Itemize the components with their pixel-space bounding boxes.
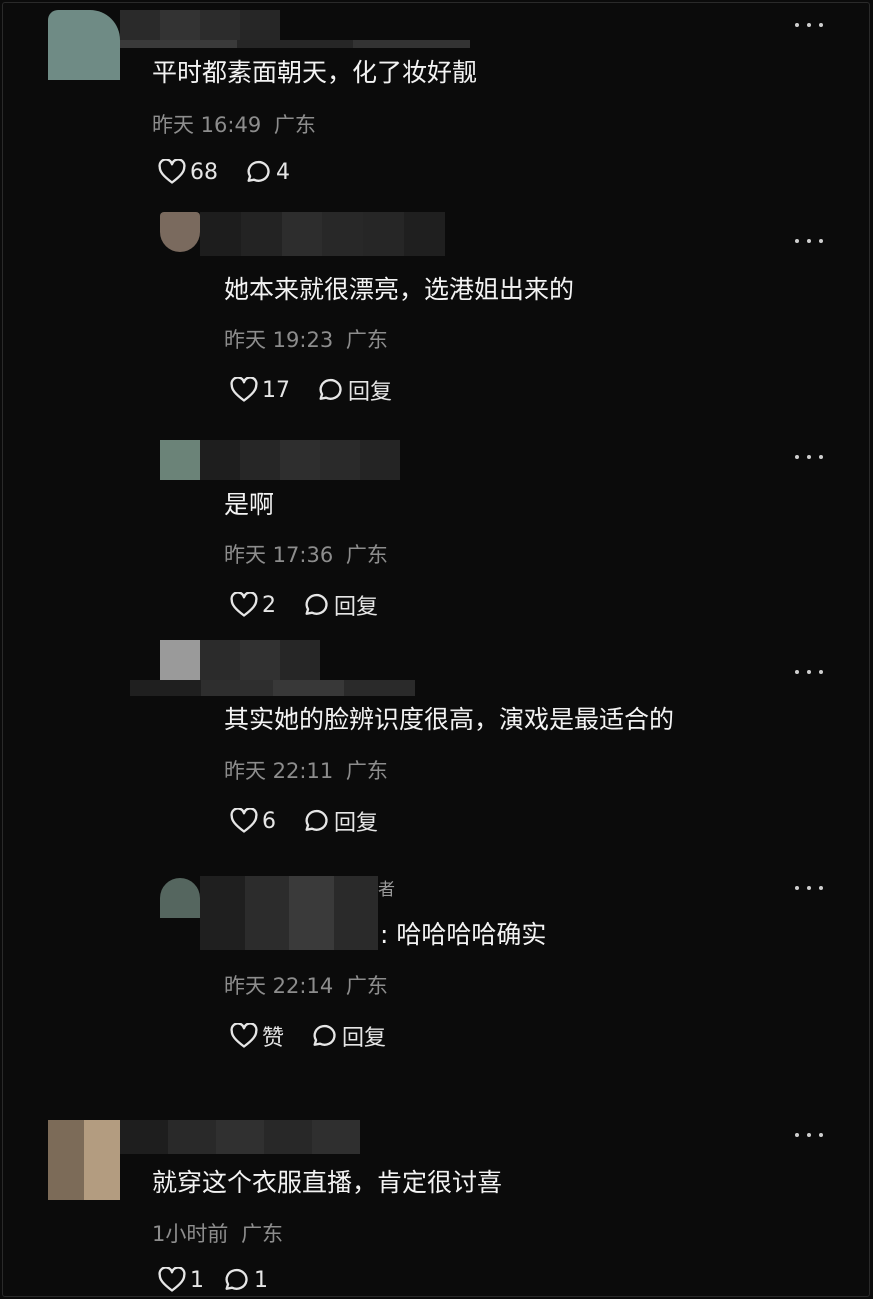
heart-outline-icon — [230, 808, 258, 833]
comment-meta: 昨天 22:11 广东 — [224, 757, 388, 785]
comment-meta: 昨天 17:36 广东 — [224, 541, 388, 569]
comment-actions: 2 回复 — [230, 589, 404, 621]
comment-meta: 昨天 19:23 广东 — [224, 326, 388, 354]
like-count: 1 — [190, 1267, 204, 1293]
author-tag: 者 — [378, 880, 395, 900]
more-dots-icon[interactable] — [795, 1130, 823, 1140]
heart-outline-icon — [158, 159, 186, 184]
like-label: 赞 — [262, 1026, 285, 1051]
comment-location: 广东 — [241, 1222, 284, 1246]
reply-button[interactable]: 回复 — [310, 1020, 386, 1052]
avatar[interactable] — [160, 440, 200, 480]
username-redacted[interactable] — [120, 1120, 360, 1154]
comment-location: 广东 — [345, 759, 388, 783]
more-dots-icon[interactable] — [795, 452, 823, 462]
comment-time: 昨天 22:11 — [224, 759, 334, 783]
reply-count: 4 — [276, 159, 290, 185]
username-redacted[interactable] — [200, 212, 445, 256]
like-button[interactable]: 2 — [230, 592, 276, 618]
comment-text: 是啊 — [224, 490, 275, 519]
reply-label: 回复 — [348, 380, 393, 405]
comment-actions: 17 回复 — [230, 374, 418, 406]
speech-bubble-icon — [305, 809, 328, 831]
comment-location: 广东 — [345, 328, 388, 352]
like-button[interactable]: 17 — [230, 377, 290, 403]
like-count: 68 — [190, 159, 218, 185]
comment-time: 1小时前 — [152, 1222, 229, 1246]
like-count: 6 — [262, 808, 276, 834]
comment-text: : 哈哈哈哈确实 — [380, 920, 547, 949]
comment-time: 昨天 19:23 — [224, 328, 334, 352]
like-count: 2 — [262, 592, 276, 618]
more-dots-icon[interactable] — [795, 883, 823, 893]
like-button[interactable]: 赞 — [230, 1020, 284, 1052]
heart-outline-icon — [230, 1023, 258, 1048]
more-dots-icon[interactable] — [795, 236, 823, 246]
speech-bubble-icon — [313, 1024, 336, 1046]
comment-text: 平时都素面朝天，化了妆好靓 — [152, 58, 478, 87]
comment-time: 昨天 17:36 — [224, 543, 334, 567]
speech-bubble-icon — [247, 160, 270, 182]
reply-button[interactable]: 回复 — [302, 589, 378, 621]
reply-label: 回复 — [342, 1026, 387, 1051]
username-redacted[interactable] — [200, 440, 400, 480]
heart-outline-icon — [230, 592, 258, 617]
avatar[interactable] — [160, 878, 200, 918]
comment-text: 她本来就很漂亮，选港姐出来的 — [224, 275, 575, 304]
heart-outline-icon — [158, 1267, 186, 1292]
reply-label: 回复 — [334, 595, 379, 620]
reply-button[interactable]: 回复 — [302, 805, 378, 837]
reply-count: 1 — [254, 1267, 268, 1293]
more-dots-icon[interactable] — [795, 667, 823, 677]
like-button[interactable]: 1 — [158, 1267, 204, 1293]
comment-time: 昨天 22:14 — [224, 974, 334, 998]
comment-meta: 昨天 22:14 广东 — [224, 972, 388, 1000]
username-redacted[interactable] — [200, 640, 320, 680]
username-redacted[interactable] — [200, 876, 378, 950]
avatar[interactable] — [48, 10, 120, 80]
comment-text: 就穿这个衣服直播，肯定很讨喜 — [152, 1168, 503, 1197]
comment-actions: 1 1 — [158, 1267, 294, 1293]
heart-outline-icon — [230, 377, 258, 402]
screen-frame — [2, 2, 870, 1297]
avatar[interactable] — [160, 212, 200, 252]
comment-location: 广东 — [345, 543, 388, 567]
speech-bubble-icon — [225, 1268, 248, 1290]
like-button[interactable]: 68 — [158, 159, 218, 185]
comment-actions: 6 回复 — [230, 805, 404, 837]
comment-meta: 1小时前 广东 — [152, 1220, 283, 1248]
reply-button[interactable]: 4 — [244, 159, 290, 185]
like-button[interactable]: 6 — [230, 808, 276, 834]
comment-actions: 赞 回复 — [230, 1020, 412, 1052]
more-dots-icon[interactable] — [795, 20, 823, 30]
like-count: 17 — [262, 377, 290, 403]
avatar[interactable] — [48, 1120, 120, 1200]
reply-button[interactable]: 回复 — [316, 374, 392, 406]
comment-time: 昨天 16:49 — [152, 113, 262, 137]
comment-location: 广东 — [345, 974, 388, 998]
comment-meta: 昨天 16:49 广东 — [152, 111, 316, 139]
comment-location: 广东 — [273, 113, 316, 137]
reply-label: 回复 — [334, 811, 379, 836]
comment-text: 其实她的脸辨识度很高，演戏是最适合的 — [224, 705, 675, 734]
comment-actions: 68 4 — [158, 159, 316, 185]
speech-bubble-icon — [319, 378, 342, 400]
reply-button[interactable]: 1 — [222, 1267, 268, 1293]
username-redacted-strip — [130, 680, 415, 696]
speech-bubble-icon — [305, 593, 328, 615]
username-redacted-strip — [120, 40, 470, 48]
